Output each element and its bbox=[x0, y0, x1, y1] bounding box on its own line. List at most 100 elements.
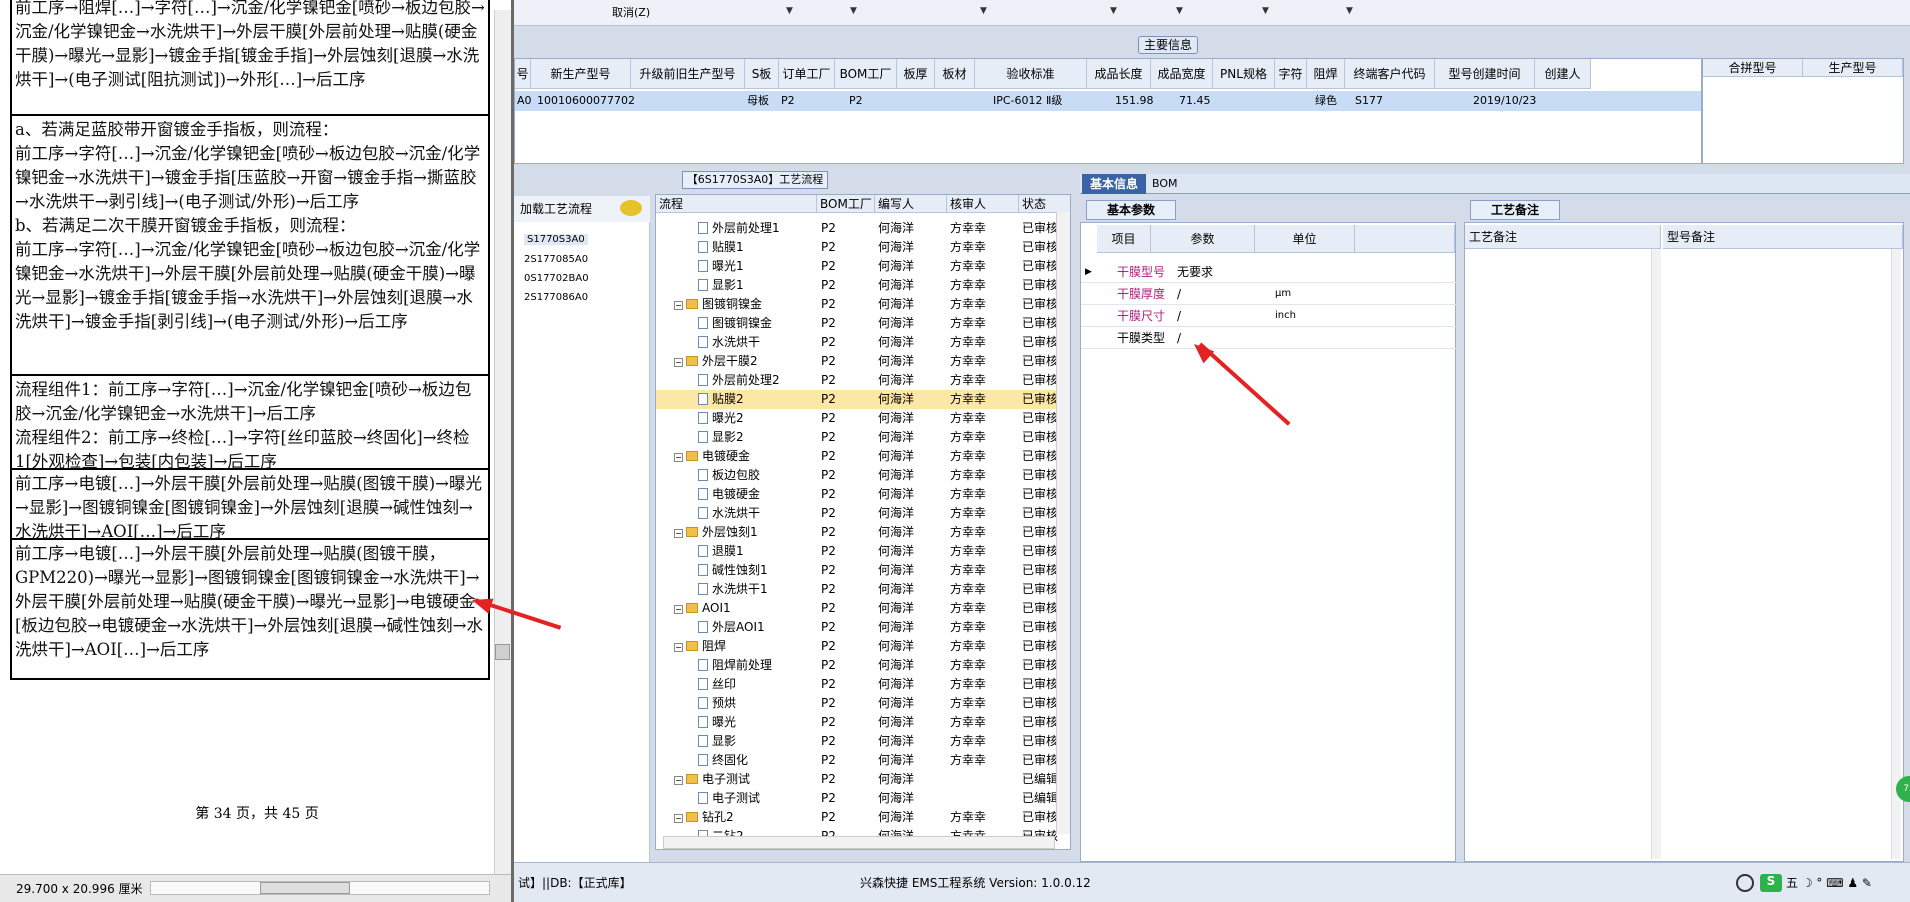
col-header[interactable]: 合拼型号 bbox=[1703, 59, 1803, 77]
col-header[interactable]: 单位 bbox=[1255, 225, 1355, 253]
col-header[interactable]: 编写人 bbox=[875, 195, 947, 213]
tab-basic-info[interactable]: 基本信息 bbox=[1082, 174, 1146, 194]
col-header[interactable]: 生产型号 bbox=[1803, 59, 1903, 77]
tree-row[interactable]: 阻焊前处理 P2 何海洋 方幸幸 已审核 bbox=[656, 656, 1070, 675]
ime-icon[interactable]: S bbox=[1760, 874, 1782, 892]
doc-vertical-scrollbar[interactable] bbox=[494, 10, 511, 875]
table-row[interactable]: 干膜类型 / bbox=[1081, 327, 1457, 349]
tree-node[interactable]: 预烘 bbox=[698, 694, 736, 713]
list-item[interactable]: S1770S3A0 bbox=[524, 234, 588, 245]
col-header[interactable]: BOM工厂 bbox=[817, 195, 875, 213]
tree-row[interactable]: 外层前处理1 P2 何海洋 方幸幸 已审核 bbox=[656, 219, 1070, 238]
col-header[interactable]: 创建人 bbox=[1535, 59, 1591, 89]
remark-scrollbar[interactable] bbox=[1651, 249, 1661, 859]
tree-row[interactable]: 曝光1 P2 何海洋 方幸幸 已审核 bbox=[656, 257, 1070, 276]
tree-node[interactable]: 外层前处理1 bbox=[698, 219, 780, 238]
col-header[interactable]: 号 bbox=[515, 59, 531, 89]
col-header[interactable]: 核审人 bbox=[947, 195, 1019, 213]
tree-row[interactable]: 电镀硬金 P2 何海洋 方幸幸 已审核 bbox=[656, 485, 1070, 504]
tree-row[interactable]: 贴膜2 P2 何海洋 方幸幸 已审核 bbox=[656, 390, 1070, 409]
col-header[interactable]: 终端客户代码 bbox=[1345, 59, 1435, 89]
tree-row[interactable]: 曝光 P2 何海洋 方幸幸 已审核 bbox=[656, 713, 1070, 732]
col-header[interactable]: 成品宽度 bbox=[1151, 59, 1213, 89]
col-header[interactable]: 流程 bbox=[656, 195, 817, 213]
tree-row[interactable]: 显影 P2 何海洋 方幸幸 已审核 bbox=[656, 732, 1070, 751]
table-row[interactable]: 干膜尺寸 / inch bbox=[1081, 305, 1457, 327]
param-value[interactable]: 无要求 bbox=[1177, 261, 1213, 283]
col-header[interactable]: 板厚 bbox=[897, 59, 935, 89]
tree-row[interactable]: 预烘 P2 何海洋 方幸幸 已审核 bbox=[656, 694, 1070, 713]
tree-row[interactable]: 水洗烘干 P2 何海洋 方幸幸 已审核 bbox=[656, 504, 1070, 523]
tree-node[interactable]: 外层前处理2 bbox=[698, 371, 780, 390]
tree-row[interactable]: 显影2 P2 何海洋 方幸幸 已审核 bbox=[656, 428, 1070, 447]
list-item[interactable]: 0S17702BA0 bbox=[524, 273, 589, 284]
tree-node[interactable]: − 阻焊 bbox=[674, 637, 726, 656]
tree-node[interactable]: 电子测试 bbox=[698, 789, 760, 808]
tree-row[interactable]: 贴膜1 P2 何海洋 方幸幸 已审核 bbox=[656, 238, 1070, 257]
tree-node[interactable]: − 外层干膜2 bbox=[674, 352, 758, 371]
chevron-down-icon[interactable]: ▼ bbox=[786, 6, 793, 16]
col-header[interactable]: 订单工厂 bbox=[779, 59, 835, 89]
tree-node[interactable]: 贴膜2 bbox=[698, 390, 744, 409]
tree-row[interactable]: − 钻孔2 P2 何海洋 方幸幸 已审核 bbox=[656, 808, 1070, 827]
ime-mode-icon[interactable]: 五 ☽ ° ⌨ ♟ ✎ bbox=[1786, 874, 1872, 891]
tree-row[interactable]: − 阻焊 P2 何海洋 方幸幸 已审核 bbox=[656, 637, 1070, 656]
chevron-down-icon[interactable]: ▼ bbox=[1346, 6, 1353, 16]
col-header[interactable]: 工艺备注 bbox=[1465, 225, 1661, 249]
doc-scroll-thumb[interactable] bbox=[495, 644, 510, 660]
tree-row[interactable]: 退膜1 P2 何海洋 方幸幸 已审核 bbox=[656, 542, 1070, 561]
col-header[interactable]: BOM工厂 bbox=[835, 59, 897, 89]
tree-row[interactable]: 曝光2 P2 何海洋 方幸幸 已审核 bbox=[656, 409, 1070, 428]
param-value[interactable]: / bbox=[1177, 283, 1181, 305]
tree-row[interactable]: − AOI1 P2 何海洋 方幸幸 已审核 bbox=[656, 599, 1070, 618]
tree-row[interactable]: 丝印 P2 何海洋 方幸幸 已审核 bbox=[656, 675, 1070, 694]
tree-node[interactable]: 碱性蚀刻1 bbox=[698, 561, 768, 580]
tree-row[interactable]: 显影1 P2 何海洋 方幸幸 已审核 bbox=[656, 276, 1070, 295]
col-header[interactable]: S板 bbox=[745, 59, 779, 89]
tree-node[interactable]: − 电子测试 bbox=[674, 770, 750, 789]
tree-node[interactable]: − 电镀硬金 bbox=[674, 447, 750, 466]
chevron-down-icon[interactable]: ▼ bbox=[1262, 6, 1269, 16]
tree-node[interactable]: 电镀硬金 bbox=[698, 485, 760, 504]
chevron-down-icon[interactable]: ▼ bbox=[980, 6, 987, 16]
chevron-down-icon[interactable]: ▼ bbox=[1176, 6, 1183, 16]
tree-node[interactable]: 阻焊前处理 bbox=[698, 656, 772, 675]
collapse-icon[interactable]: − bbox=[674, 643, 683, 652]
tree-row[interactable]: − 外层蚀刻1 P2 何海洋 方幸幸 已审核 bbox=[656, 523, 1070, 542]
col-header[interactable]: 验收标准 bbox=[975, 59, 1087, 89]
tree-row[interactable]: − 电镀硬金 P2 何海洋 方幸幸 已审核 bbox=[656, 447, 1070, 466]
col-header[interactable]: 新生产型号 bbox=[531, 59, 631, 89]
tree-node[interactable]: 退膜1 bbox=[698, 542, 744, 561]
col-header[interactable]: PNL规格 bbox=[1213, 59, 1275, 89]
table-row[interactable]: 干膜厚度 / μm bbox=[1081, 283, 1457, 305]
collapse-icon[interactable]: − bbox=[674, 301, 683, 310]
col-header[interactable]: 字符 bbox=[1275, 59, 1307, 89]
chevron-down-icon[interactable]: ▼ bbox=[850, 6, 857, 16]
tree-row[interactable]: 终固化 P2 何海洋 方幸幸 已审核 bbox=[656, 751, 1070, 770]
tree-row[interactable]: − 电子测试 P2 何海洋 已编辑 bbox=[656, 770, 1070, 789]
col-header[interactable]: 项目 bbox=[1097, 225, 1151, 253]
tree-node[interactable]: 水洗烘干 bbox=[698, 333, 760, 352]
collapse-icon[interactable]: − bbox=[674, 814, 683, 823]
tree-row[interactable]: 碱性蚀刻1 P2 何海洋 方幸幸 已审核 bbox=[656, 561, 1070, 580]
tree-row[interactable]: 水洗烘干 P2 何海洋 方幸幸 已审核 bbox=[656, 333, 1070, 352]
tree-node[interactable]: 显影1 bbox=[698, 276, 744, 295]
col-header[interactable]: 型号创建时间 bbox=[1435, 59, 1535, 89]
collapse-icon[interactable]: − bbox=[674, 605, 683, 614]
tab-basic-params[interactable]: 基本参数 bbox=[1086, 200, 1176, 220]
tree-node[interactable]: 板边包胶 bbox=[698, 466, 760, 485]
comment-icon[interactable] bbox=[620, 200, 642, 216]
tree-node[interactable]: 外层AOI1 bbox=[698, 618, 765, 637]
tree-row[interactable]: 外层AOI1 P2 何海洋 方幸幸 已审核 bbox=[656, 618, 1070, 637]
remark-scrollbar[interactable] bbox=[1891, 249, 1901, 859]
col-header[interactable]: 状态 bbox=[1019, 195, 1070, 213]
tab-bom[interactable]: BOM bbox=[1152, 174, 1192, 194]
tree-vertical-scrollbar[interactable] bbox=[1056, 212, 1070, 834]
col-header[interactable]: 阻焊 bbox=[1307, 59, 1345, 89]
param-value[interactable]: / bbox=[1177, 327, 1181, 349]
col-header[interactable]: 型号备注 bbox=[1663, 225, 1903, 249]
tree-row[interactable]: 板边包胶 P2 何海洋 方幸幸 已审核 bbox=[656, 466, 1070, 485]
tree-node[interactable]: 显影2 bbox=[698, 428, 744, 447]
list-item[interactable]: 2S177086A0 bbox=[524, 292, 588, 303]
chevron-down-icon[interactable]: ▼ bbox=[1110, 6, 1117, 16]
